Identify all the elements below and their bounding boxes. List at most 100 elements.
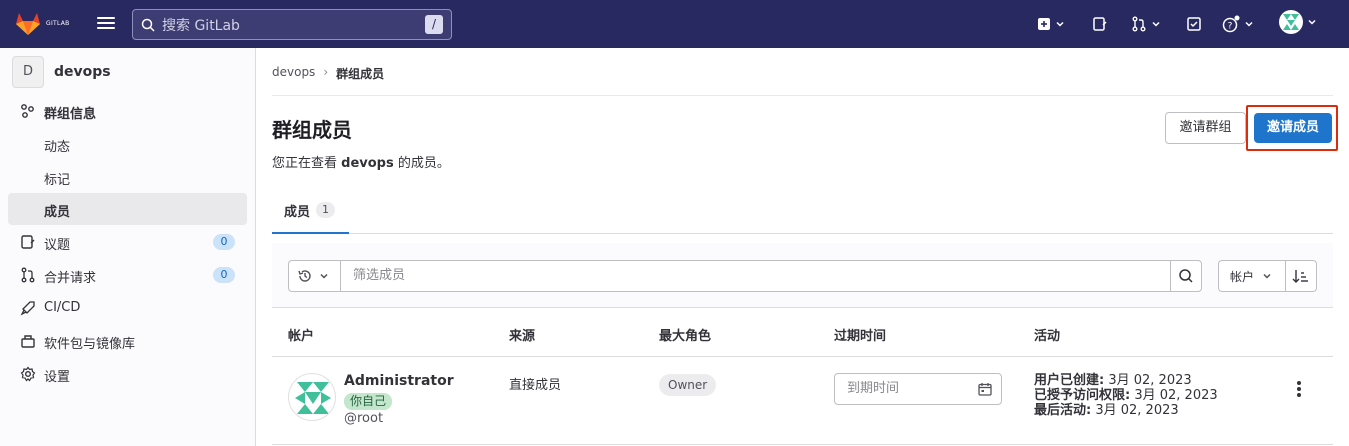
sidebar-item-labels[interactable]: 标记	[8, 161, 247, 193]
activity-access-label: 已授予访问权限:	[1034, 388, 1131, 403]
role-badge: Owner	[659, 374, 717, 396]
chevron-down-icon	[1263, 273, 1271, 279]
rocket-icon	[20, 301, 35, 316]
calendar-icon	[978, 383, 992, 396]
page-title: 群组成员	[272, 118, 352, 142]
activity-created-value: 3月 02, 2023	[1104, 373, 1192, 388]
sidebar-item-members[interactable]: 成员	[8, 193, 247, 225]
merge-request-icon	[1132, 16, 1146, 32]
recent-searches-dropdown[interactable]	[288, 260, 341, 292]
sidebar-item-label: 群组信息	[44, 107, 97, 122]
invite-members-button[interactable]: 邀请成员	[1254, 113, 1332, 143]
top-navbar: 极狐 GITLAB 搜索 GitLab / ?	[0, 0, 1349, 72]
search-shortcut-key: /	[425, 15, 443, 34]
svg-text:?: ?	[1228, 22, 1233, 32]
expiration-placeholder: 到期时间	[847, 381, 900, 396]
member-tabs: 成员 1	[272, 188, 1333, 234]
sort-label: 帐户	[1230, 269, 1255, 284]
expiration-date-input[interactable]: 到期时间	[834, 373, 1002, 405]
tab-count-badge: 1	[316, 202, 336, 218]
todo-checkbox-icon	[1187, 17, 1201, 31]
menu-icon[interactable]	[96, 14, 116, 34]
desc-prefix: 您正在查看	[272, 156, 342, 171]
member-activity: 用户已创建: 3月 02, 2023 已授予访问权限: 3月 02, 2023 …	[1034, 373, 1218, 418]
search-icon	[1179, 269, 1193, 283]
page-description: 您正在查看 devops 的成员。	[272, 152, 450, 171]
help-dropdown[interactable]: ?	[1222, 14, 1254, 34]
merge-request-icon	[21, 267, 35, 283]
sidebar: D devops 群组信息 动态 标记 成员 议题 0 合并请求 0 CI/CD…	[0, 48, 256, 446]
sidebar-group-header[interactable]: D devops	[12, 56, 111, 88]
chevron-down-icon	[1245, 21, 1253, 27]
activity-access-granted: 已授予访问权限: 3月 02, 2023	[1034, 388, 1218, 403]
sort-dropdown[interactable]: 帐户	[1218, 260, 1286, 292]
package-icon	[21, 335, 35, 348]
activity-created: 用户已创建: 3月 02, 2023	[1034, 373, 1218, 388]
user-menu-dropdown[interactable]	[1279, 10, 1317, 34]
member-username: @root	[344, 411, 384, 426]
sidebar-item-merge-requests[interactable]: 合并请求 0	[8, 259, 247, 291]
chevron-down-icon	[320, 273, 328, 279]
issues-icon	[21, 235, 35, 249]
plus-square-icon	[1038, 18, 1050, 30]
sidebar-item-label: 成员	[44, 205, 71, 220]
sidebar-item-label: 标记	[44, 173, 71, 188]
sort-direction-button[interactable]	[1285, 260, 1317, 292]
sidebar-item-label: 动态	[44, 140, 71, 155]
breadcrumb-parent[interactable]: devops	[272, 65, 315, 82]
merge-requests-dropdown[interactable]	[1131, 14, 1161, 34]
activity-last-label: 最后活动:	[1034, 403, 1092, 418]
sidebar-item-activity[interactable]: 动态	[8, 128, 247, 160]
filter-search-button[interactable]	[1170, 260, 1202, 292]
settings-icon	[20, 366, 36, 382]
group-info-icon	[21, 104, 34, 118]
sidebar-item-label: 合并请求	[44, 271, 97, 286]
chevron-down-icon	[1152, 21, 1160, 27]
group-name: devops	[54, 64, 111, 80]
invite-group-button[interactable]: 邀请群组	[1165, 112, 1246, 144]
group-avatar: D	[12, 56, 44, 88]
sidebar-item-issues[interactable]: 议题 0	[8, 226, 247, 258]
brand-sub: GITLAB	[46, 19, 70, 27]
table-row: Administrator 你自己 @root 直接成员 Owner 到期时间 …	[272, 357, 1333, 445]
filter-bar: 筛选成员 帐户	[272, 243, 1333, 308]
issues-icon	[1093, 17, 1107, 31]
filter-members-input[interactable]: 筛选成员	[340, 260, 1171, 292]
help-icon: ?	[1222, 15, 1240, 33]
sidebar-item-label: CI/CD	[44, 300, 81, 315]
gitlab-logo[interactable]: 极狐 GITLAB	[14, 10, 314, 72]
tab-members[interactable]: 成员 1	[272, 188, 349, 234]
tab-label: 成员	[284, 204, 311, 220]
search-input[interactable]: 搜索 GitLab /	[132, 9, 452, 40]
create-new-dropdown[interactable]	[1037, 14, 1065, 34]
sidebar-item-label: 议题	[44, 238, 71, 253]
activity-last: 最后活动: 3月 02, 2023	[1034, 403, 1218, 418]
chevron-down-icon	[1308, 19, 1316, 25]
sidebar-item-label: 设置	[44, 370, 71, 385]
member-source: 直接成员	[509, 378, 562, 393]
issues-nav-button[interactable]	[1092, 14, 1108, 34]
table-header: 帐户 来源 最大角色 过期时间 活动	[272, 309, 1333, 357]
sort-ascending-icon	[1292, 270, 1308, 283]
brand-name: 极狐	[286, 57, 314, 73]
avatar[interactable]	[288, 373, 336, 421]
breadcrumb-current[interactable]: 群组成员	[336, 65, 384, 82]
sidebar-item-packages[interactable]: 软件包与镜像库	[8, 325, 247, 357]
desc-group-name: devops	[341, 156, 394, 171]
breadcrumb-separator: ›	[323, 65, 329, 79]
sidebar-item-cicd[interactable]: CI/CD	[8, 292, 247, 324]
todos-button[interactable]	[1186, 14, 1202, 34]
search-placeholder: 搜索 GitLab	[162, 17, 240, 34]
more-actions-icon[interactable]	[1296, 379, 1302, 399]
column-header-source: 来源	[509, 329, 536, 344]
sidebar-item-label: 软件包与镜像库	[44, 337, 136, 352]
sidebar-item-settings[interactable]: 设置	[8, 358, 247, 390]
highlight-box: 邀请成员	[1246, 105, 1338, 151]
column-header-activity: 活动	[1034, 329, 1061, 344]
sidebar-item-group-info[interactable]: 群组信息	[8, 95, 247, 127]
chevron-down-icon	[1056, 21, 1064, 27]
member-name[interactable]: Administrator	[344, 373, 454, 389]
column-header-account: 帐户	[288, 329, 315, 344]
identicon-icon	[295, 382, 331, 414]
activity-last-value: 3月 02, 2023	[1091, 403, 1179, 418]
